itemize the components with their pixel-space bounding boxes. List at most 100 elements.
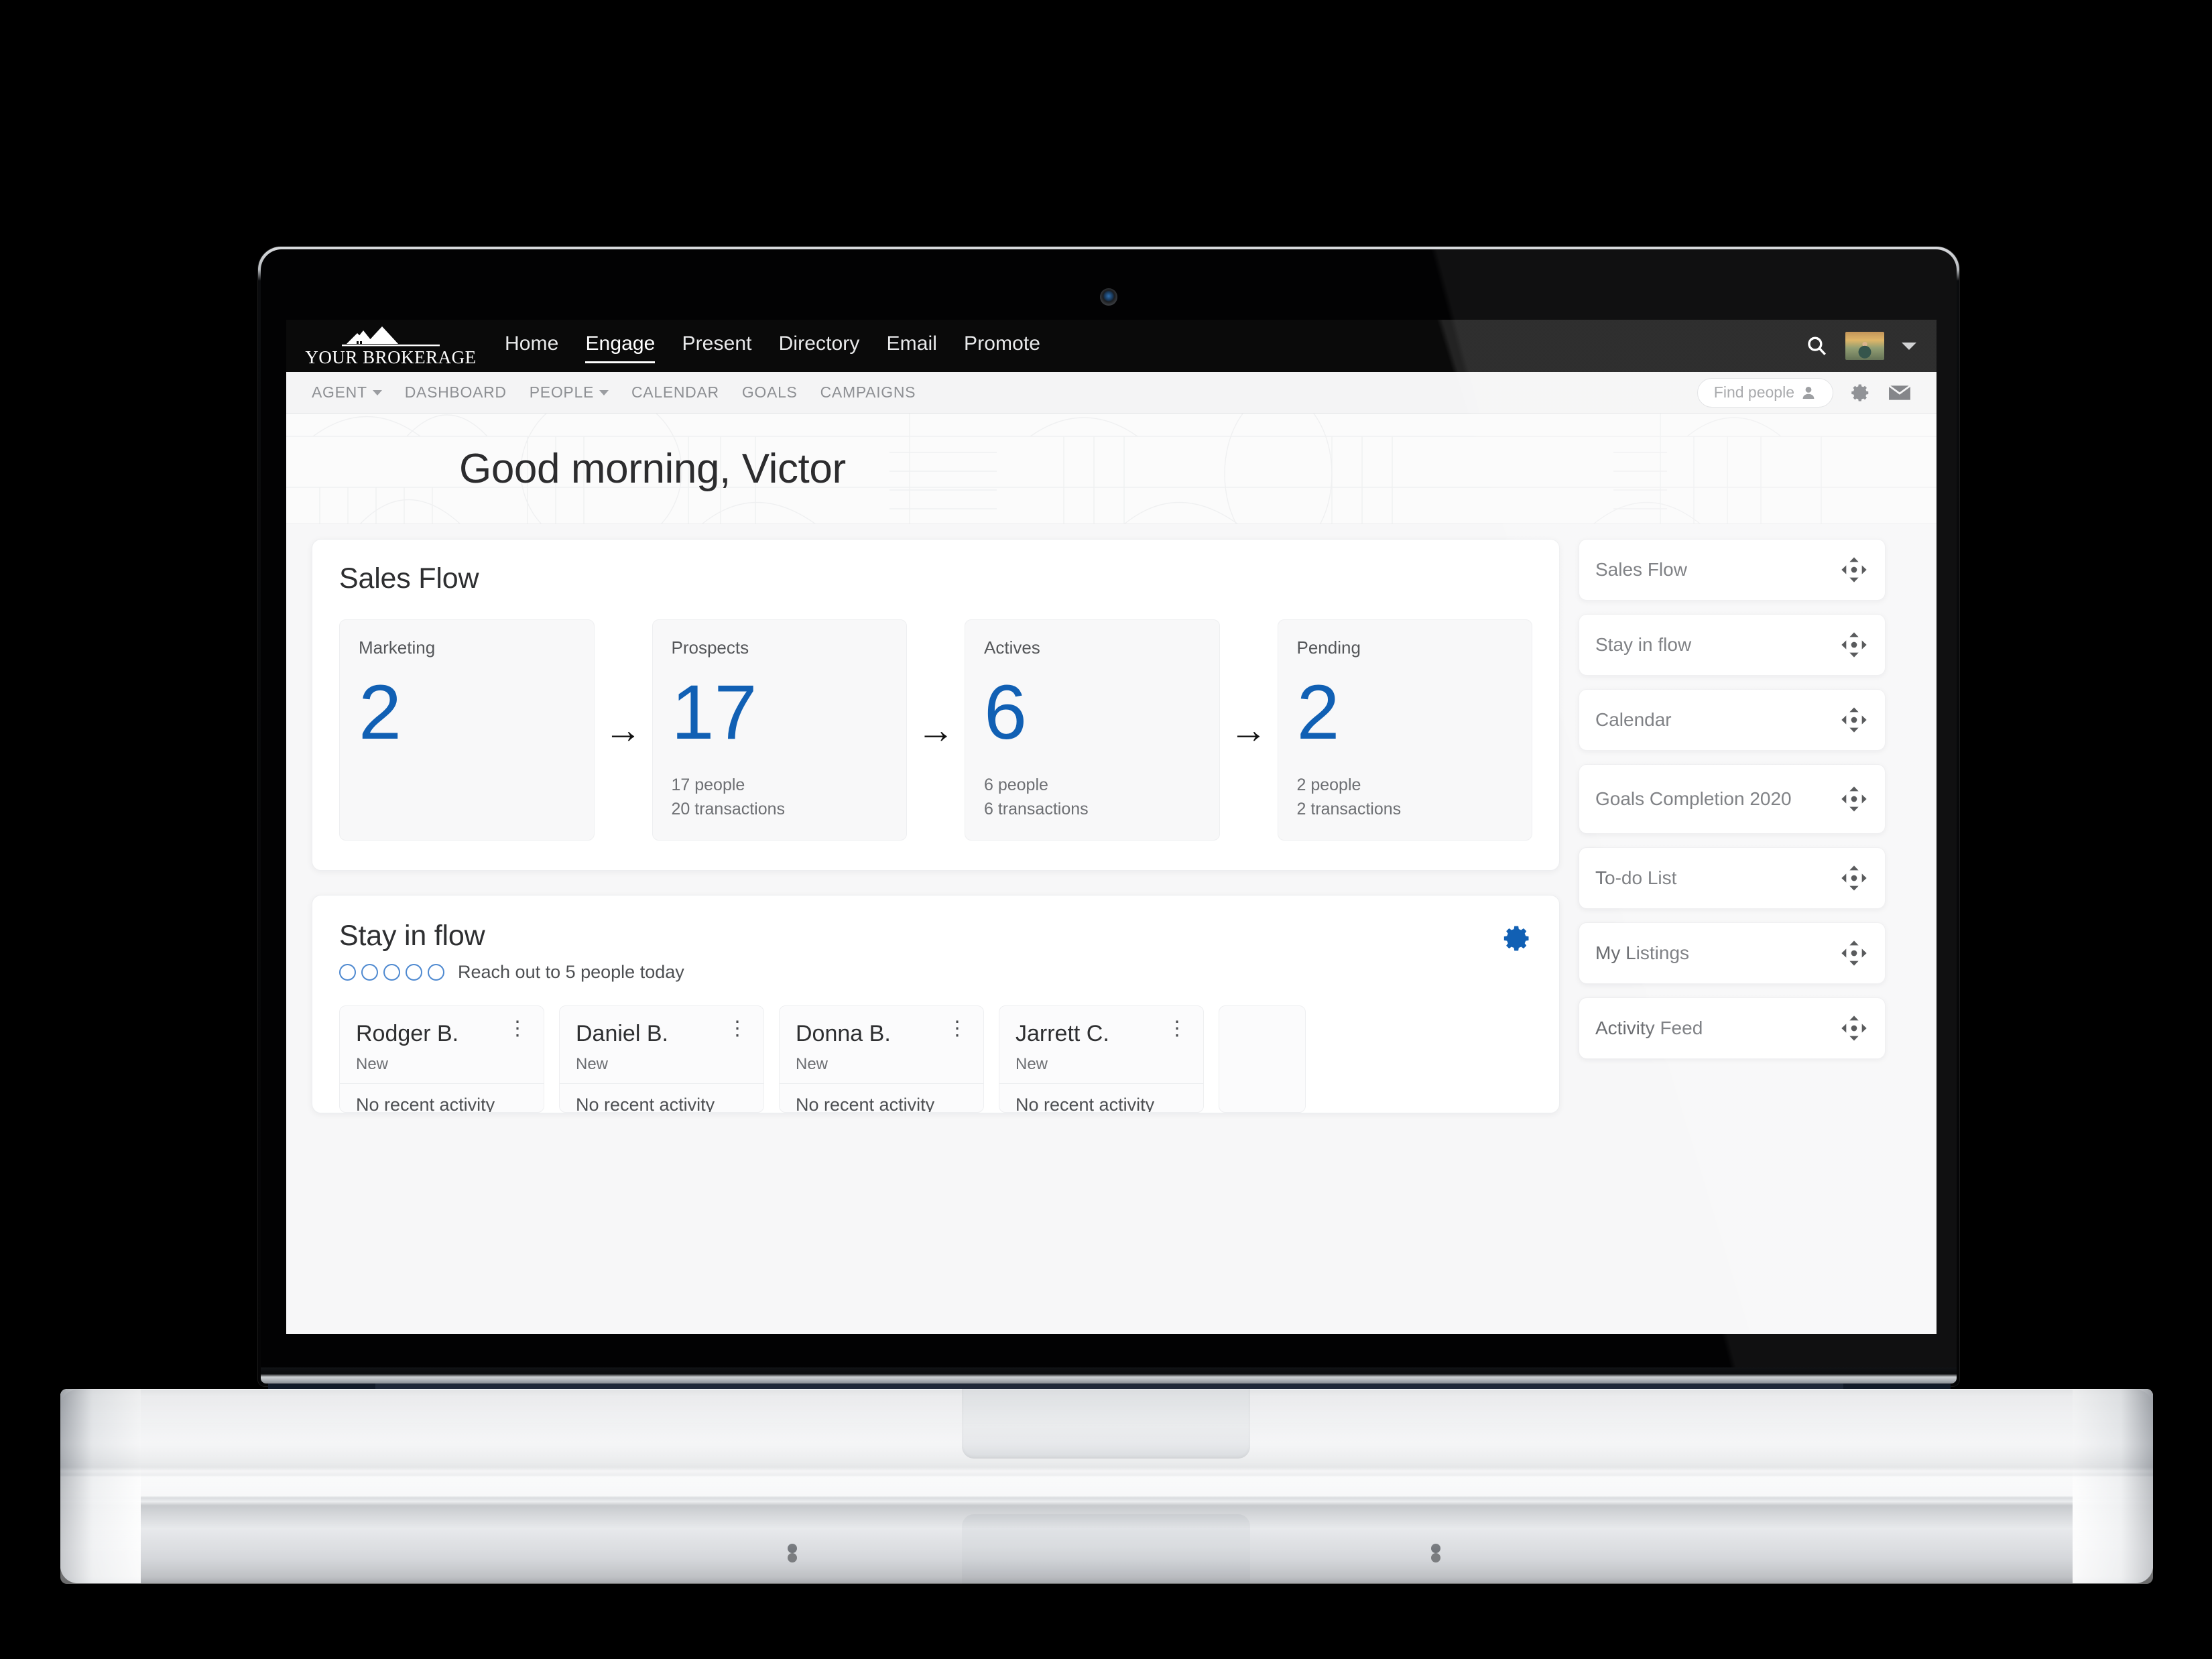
sales-flow-stages: Marketing 2 → Prospects 17 17 people 20 … [339,619,1532,841]
person-card[interactable] [1219,1005,1306,1113]
kebab-menu-icon[interactable]: ⋮ [947,1019,967,1039]
stage-count: 17 [671,670,757,755]
subnav-item-goals[interactable]: GOALS [742,383,798,402]
stage-count: 2 [1296,670,1340,755]
stage-marketing[interactable]: Marketing 2 [339,619,595,841]
person-activity: No recent activity [1016,1095,1155,1113]
kebab-menu-icon[interactable]: ⋮ [507,1019,528,1039]
widget-item-activity-feed[interactable]: Activity Feed [1579,997,1886,1059]
primary-nav-actions [1805,332,1916,360]
widget-item-to-do-list[interactable]: To-do List [1579,847,1886,909]
sales-flow-title: Sales Flow [339,562,479,595]
person-card[interactable]: Daniel B. ⋮ New No recent activity [559,1005,764,1113]
person-icon [1802,386,1815,399]
move-arrows-icon[interactable] [1841,631,1867,658]
secondary-nav-actions: Find people [1697,377,1911,408]
stage-label: Prospects [671,637,749,658]
secondary-navbar: AGENT DASHBOARD PEOPLE CALENDAR GOALS CA… [286,372,1937,414]
subnav-item-calendar[interactable]: CALENDAR [631,383,719,402]
nav-link-present[interactable]: Present [682,332,751,359]
app-viewport: YOUR BROKERAGE Home Engage Present Direc… [286,320,1937,1334]
person-name: Rodger B. [356,1021,459,1046]
widget-item-stay-in-flow[interactable]: Stay in flow [1579,614,1886,676]
reflection-hinge-right [1837,1584,1951,1632]
move-arrows-icon[interactable] [1841,865,1867,892]
person-status: New [576,1055,609,1073]
person-activity: No recent activity [356,1095,495,1113]
secondary-nav-links: AGENT DASHBOARD PEOPLE CALENDAR GOALS CA… [312,383,916,402]
widget-item-calendar[interactable]: Calendar [1579,689,1886,751]
person-status: New [356,1055,389,1073]
reflection-foot [788,1544,797,1553]
nav-link-engage[interactable]: Engage [585,332,656,363]
move-arrows-icon[interactable] [1841,786,1867,812]
search-icon[interactable] [1805,334,1828,357]
reflection-hinge [375,1584,1843,1632]
stage-count: 6 [984,670,1027,755]
sales-flow-card: Sales Flow Marketing 2 → Prospects 17 17… [312,539,1560,871]
laptop-lid: YOUR BROKERAGE Home Engage Present Direc… [258,247,1959,1386]
stage-label: Pending [1296,637,1361,658]
stay-in-flow-subtext: Reach out to 5 people today [458,962,684,982]
person-card-header: Daniel B. ⋮ [576,1019,747,1047]
progress-dot [406,964,422,981]
move-arrows-icon[interactable] [1841,940,1867,967]
subnav-item-people[interactable]: PEOPLE [530,383,609,402]
stage-actives[interactable]: Actives 6 6 people 6 transactions [965,619,1220,841]
stage-people: 2 people [1296,776,1361,794]
flow-arrow-icon: → [917,709,955,751]
primary-nav-links: Home Engage Present Directory Email Prom… [505,332,1040,363]
subnav-item-campaigns[interactable]: CAMPAIGNS [820,383,916,402]
person-card[interactable]: Jarrett C. ⋮ New No recent activity [999,1005,1204,1113]
divider [560,1083,763,1084]
person-name: Jarrett C. [1016,1021,1109,1046]
nav-link-email[interactable]: Email [887,332,938,359]
stage-people: 6 people [984,776,1048,794]
divider [780,1083,983,1084]
person-card-header: Rodger B. ⋮ [356,1019,528,1047]
person-card[interactable]: Rodger B. ⋮ New No recent activity [339,1005,544,1113]
widget-item-sales-flow[interactable]: Sales Flow [1579,539,1886,601]
stage-detail: 6 people 6 transactions [984,774,1202,821]
move-arrows-icon[interactable] [1841,1015,1867,1042]
envelope-icon[interactable] [1888,384,1911,402]
widget-label: Calendar [1595,709,1672,730]
widget-item-goals-completion[interactable]: Goals Completion 2020 [1579,764,1886,834]
stage-pending[interactable]: Pending 2 2 people 2 transactions [1277,619,1532,841]
stage-label: Marketing [359,637,436,658]
person-card[interactable]: Donna B. ⋮ New No recent activity [779,1005,984,1113]
brand-name: YOUR BROKERAGE [305,347,477,367]
brand-logo[interactable]: YOUR BROKERAGE [301,324,481,368]
divider [340,1083,544,1084]
reflection-lid [258,1632,1959,1659]
avatar[interactable] [1845,332,1884,360]
stage-transactions: 2 transactions [1296,799,1402,818]
move-arrows-icon[interactable] [1841,706,1867,733]
screen: YOUR BROKERAGE Home Engage Present Direc… [286,320,1937,1334]
flow-arrow-icon: → [1229,709,1268,751]
nav-link-home[interactable]: Home [505,332,558,359]
lid-bottom-edge [261,1367,1957,1384]
gear-icon[interactable] [1851,383,1871,403]
page-title: Good morning, Victor [459,445,846,492]
person-activity: No recent activity [796,1095,935,1113]
subnav-item-agent[interactable]: AGENT [312,383,382,402]
webcam-icon [1100,288,1117,306]
kebab-menu-icon[interactable]: ⋮ [1167,1019,1187,1039]
subnav-item-dashboard[interactable]: DASHBOARD [405,383,507,402]
person-name: Daniel B. [576,1021,668,1046]
chevron-down-icon [599,389,609,395]
nav-link-promote[interactable]: Promote [964,332,1040,359]
gear-icon[interactable] [1503,924,1532,953]
mountain-house-logo-icon [342,326,440,347]
move-arrows-icon[interactable] [1841,556,1867,583]
greeting-banner: Good morning, Victor [286,414,1937,524]
stage-prospects[interactable]: Prospects 17 17 people 20 transactions [652,619,907,841]
widget-item-my-listings[interactable]: My Listings [1579,922,1886,984]
chevron-down-icon[interactable] [1902,342,1916,350]
stage-transactions: 6 transactions [984,799,1089,818]
kebab-menu-icon[interactable]: ⋮ [727,1019,747,1039]
nav-link-directory[interactable]: Directory [779,332,860,359]
stay-in-flow-people: Rodger B. ⋮ New No recent activity Danie… [339,1005,1532,1113]
find-people-button[interactable]: Find people [1697,377,1833,408]
